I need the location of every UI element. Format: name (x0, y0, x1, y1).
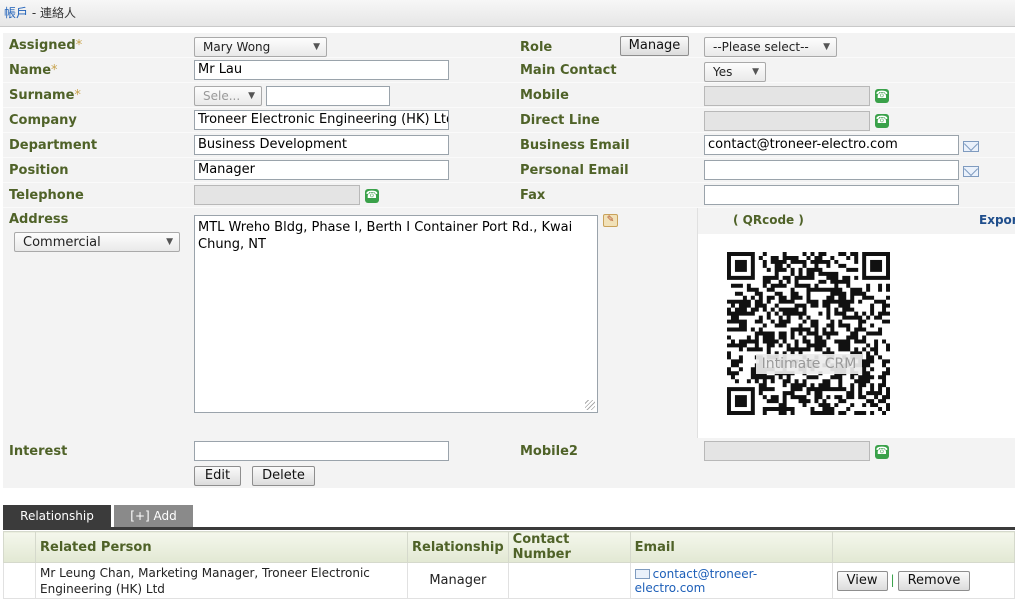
related-person-cell: Mr Leung Chan, Marketing Manager, Tronee… (35, 562, 408, 599)
manage-role-button[interactable]: Manage (620, 36, 689, 56)
role-label: Role (520, 40, 553, 55)
personal-email-input[interactable] (704, 160, 959, 180)
contact-number-cell (507, 562, 631, 599)
address-label: Address (9, 212, 69, 227)
row-divider (3, 107, 1015, 108)
surname-prefix-select[interactable]: Sele... ▼ (194, 86, 262, 106)
company-label: Company (9, 113, 77, 128)
department-label: Department (9, 138, 98, 153)
row-select-cell (3, 562, 36, 599)
name-label: Name* (9, 63, 58, 78)
address-textarea[interactable]: MTL Wreho Bldg, Phase I, Berth I Contain… (194, 215, 598, 413)
phone-icon[interactable]: ☎ (875, 114, 889, 128)
fax-label: Fax (520, 188, 546, 203)
business-email-label: Business Email (520, 138, 630, 153)
column-header-actions (831, 531, 1015, 563)
breadcrumb-separator: - (28, 6, 40, 20)
phone-icon[interactable]: ☎ (875, 89, 889, 103)
phone-icon[interactable]: ☎ (875, 445, 889, 459)
row-divider (3, 157, 1015, 158)
add-relationship-tab[interactable]: [+] Add (114, 505, 193, 527)
mobile-label: Mobile (520, 88, 569, 103)
email-icon (634, 568, 650, 579)
action-separator: | (890, 572, 895, 587)
chevron-down-icon: ▼ (823, 42, 830, 52)
row-divider (3, 57, 1015, 58)
direct-line-label: Direct Line (520, 113, 600, 128)
remove-button[interactable]: Remove (897, 570, 971, 591)
telephone-label: Telephone (9, 188, 84, 203)
name-input[interactable]: Mr Lau (194, 60, 449, 80)
qr-code-image (727, 252, 890, 415)
phone-icon[interactable]: ☎ (365, 189, 379, 203)
actions-cell: View | Remove (831, 562, 1015, 599)
department-input[interactable]: Business Development (194, 135, 449, 155)
qr-title: ( QRcode ) (733, 213, 804, 227)
breadcrumb-current: 連絡人 (39, 6, 76, 20)
edit-button[interactable]: Edit (194, 466, 241, 486)
chevron-down-icon: ▼ (752, 67, 759, 77)
chevron-down-icon: ▼ (313, 42, 320, 52)
row-divider (3, 182, 1015, 183)
assigned-label: Assigned* (9, 38, 83, 53)
chevron-down-icon: ▼ (248, 91, 255, 101)
table-row: Mr Leung Chan, Marketing Manager, Tronee… (3, 562, 1015, 599)
row-divider (3, 132, 1015, 133)
interest-label: Interest (9, 444, 68, 459)
breadcrumb-accounts-link[interactable]: 帳戶 (4, 6, 28, 20)
email-icon[interactable] (963, 141, 979, 152)
main-contact-label: Main Contact (520, 63, 617, 78)
direct-line-input[interactable] (704, 111, 870, 131)
delete-button[interactable]: Delete (252, 466, 315, 486)
role-select[interactable]: --Please select-- ▼ (704, 37, 837, 57)
table-header-row: Related Person Relationship Contact Numb… (3, 531, 1015, 563)
address-type-select[interactable]: Commercial ▼ (14, 232, 180, 252)
breadcrumb: 帳戶 - 連絡人 (0, 0, 1015, 27)
row-divider (3, 82, 1015, 83)
interest-input[interactable] (194, 441, 449, 461)
surname-input[interactable] (266, 86, 390, 106)
company-input[interactable]: Troneer Electronic Engineering (HK) Ltd (194, 110, 449, 130)
resize-handle[interactable] (585, 400, 595, 410)
position-label: Position (9, 163, 69, 178)
qr-panel: ( QRcode ) Export Intimate CRM (697, 208, 1015, 438)
mobile2-label: Mobile2 (520, 444, 578, 459)
tab-relationship[interactable]: Relationship (3, 505, 111, 527)
mobile2-input[interactable] (704, 441, 870, 461)
fax-input[interactable] (704, 185, 959, 205)
qr-watermark: Intimate CRM (756, 354, 862, 374)
tab-underline (3, 527, 1015, 530)
relationship-table: Related Person Relationship Contact Numb… (3, 531, 1015, 599)
email-link[interactable]: contact@troneer-electro.com (635, 567, 758, 595)
telephone-input[interactable] (194, 185, 360, 205)
surname-label: Surname* (9, 88, 81, 103)
personal-email-label: Personal Email (520, 163, 629, 178)
relationship-cell: Manager (407, 562, 509, 599)
mobile-input[interactable] (704, 86, 870, 106)
assigned-select[interactable]: Mary Wong ▼ (194, 37, 327, 57)
row-select-header (3, 531, 36, 563)
chevron-down-icon: ▼ (166, 237, 173, 247)
email-cell: contact@troneer-electro.com (629, 562, 833, 599)
export-link[interactable]: Export (979, 213, 1015, 227)
column-header-related-person[interactable]: Related Person (35, 531, 408, 563)
column-header-contact-number[interactable]: Contact Number (507, 531, 631, 563)
position-input[interactable]: Manager (194, 160, 449, 180)
email-icon[interactable] (963, 166, 979, 177)
main-contact-select[interactable]: Yes ▼ (704, 62, 766, 82)
column-header-email[interactable]: Email (629, 531, 833, 563)
map-icon[interactable]: ✎ (603, 214, 618, 227)
view-button[interactable]: View (836, 570, 888, 591)
column-header-relationship[interactable]: Relationship (407, 531, 509, 563)
business-email-input[interactable]: contact@troneer-electro.com (704, 135, 959, 155)
